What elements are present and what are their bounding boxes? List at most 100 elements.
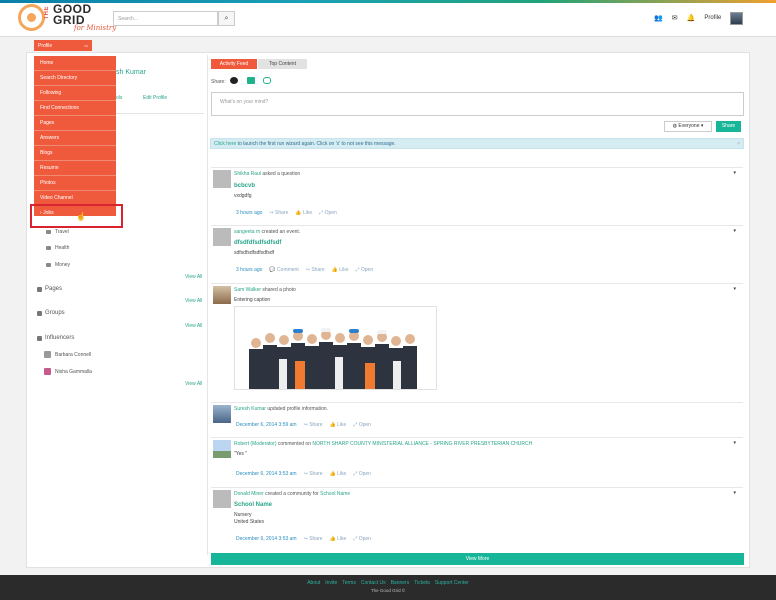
- envelope-icon[interactable]: ✉: [672, 14, 678, 22]
- post-title[interactable]: dfsdfdfsdfsdfsdf: [234, 240, 281, 246]
- like-action[interactable]: 👍 Like: [330, 471, 347, 477]
- footer-link-invite[interactable]: Invite: [325, 580, 337, 586]
- share-action[interactable]: ↪ Share: [304, 536, 323, 542]
- pages-heading[interactable]: Pages: [37, 286, 62, 292]
- share-action[interactable]: ↪ Share: [306, 267, 325, 273]
- edit-profile-link[interactable]: Edit Profile: [143, 95, 167, 101]
- groups-heading[interactable]: Groups: [37, 310, 65, 316]
- post-avatar[interactable]: [213, 286, 231, 304]
- post-header: sangeeta m created an event.: [234, 229, 301, 235]
- speech-bubble-icon[interactable]: [230, 77, 238, 84]
- open-action[interactable]: ⤢ Open: [319, 210, 337, 216]
- pages-icon: [37, 286, 42, 292]
- view-all-interests[interactable]: View All: [185, 274, 202, 280]
- menu-item-photos[interactable]: Photos: [34, 176, 116, 191]
- post-body: vxdgdfg: [234, 193, 252, 199]
- post-header: Sam Walker shared a photo: [234, 287, 296, 293]
- footer-link-contact[interactable]: Contact Us: [361, 580, 386, 586]
- status-input[interactable]: What's on your mind?: [211, 92, 744, 116]
- menu-item-following[interactable]: Following: [34, 86, 116, 101]
- influencer-item[interactable]: Nisha Gammalla: [44, 368, 92, 375]
- footer-links: About Invite Terms Contact Us Banners Ti…: [0, 575, 776, 586]
- tab-activity-feed[interactable]: Activity Feed: [211, 59, 257, 69]
- footer-link-tickets[interactable]: Tickets: [414, 580, 430, 586]
- influencers-heading[interactable]: Influencers: [37, 335, 74, 341]
- menu-item-find-connections[interactable]: Find Connections: [34, 101, 116, 116]
- share-action[interactable]: ↪ Share: [269, 210, 288, 216]
- post-menu-icon[interactable]: ▾: [733, 490, 736, 496]
- footer-link-banners[interactable]: Banners: [391, 580, 410, 586]
- post-avatar[interactable]: [213, 228, 231, 246]
- wizard-link[interactable]: Click here: [214, 141, 236, 147]
- like-action[interactable]: 👍 Like: [295, 210, 312, 216]
- menu-item-blogs[interactable]: Blogs: [34, 146, 116, 161]
- post-meta: December 6, 2014 3:59 am ↪ Share 👍 Like …: [236, 422, 371, 428]
- top-navbar: THE GOOD GRID for Ministry Search... ⌕ 👥…: [0, 0, 776, 37]
- profile-name[interactable]: sh Kumar: [116, 69, 146, 76]
- open-action[interactable]: ⤢ Open: [353, 422, 371, 428]
- share-action[interactable]: ↪ Share: [304, 422, 323, 428]
- post-menu-icon[interactable]: ▾: [733, 440, 736, 446]
- profile-link[interactable]: Profile: [704, 15, 721, 21]
- influencer-avatar: [44, 368, 51, 375]
- card-icon: ▭: [84, 43, 88, 48]
- menu-item-answers[interactable]: Answers: [34, 131, 116, 146]
- footer: About Invite Terms Contact Us Banners Ti…: [0, 575, 776, 600]
- post-title[interactable]: bcbcvb: [234, 183, 255, 189]
- post-avatar[interactable]: [213, 170, 231, 188]
- search-button[interactable]: ⌕: [218, 11, 235, 26]
- view-all-influencers[interactable]: View All: [185, 381, 202, 387]
- user-avatar[interactable]: [730, 11, 744, 25]
- profile-dropdown-toggle[interactable]: Profile ▭: [34, 40, 92, 51]
- comment-action[interactable]: 💬 Comment: [269, 267, 298, 273]
- interest-item[interactable]: Money: [46, 262, 70, 268]
- menu-item-pages[interactable]: Pages: [34, 116, 116, 131]
- share-action[interactable]: ↪ Share: [304, 471, 323, 477]
- photo-icon[interactable]: [247, 77, 255, 84]
- view-all-groups[interactable]: View All: [185, 323, 202, 329]
- post-menu-icon[interactable]: ▾: [733, 228, 736, 234]
- footer-link-about[interactable]: About: [307, 580, 320, 586]
- feed-post: Shikha Raul asked a question ▾ bcbcvb vx…: [211, 167, 743, 220]
- shared-photo[interactable]: [234, 306, 437, 390]
- menu-item-resume[interactable]: Resume: [34, 161, 116, 176]
- bell-icon[interactable]: 🔔: [687, 14, 696, 22]
- post-meta: December 6, 2014 3:53 am ↪ Share 👍 Like …: [236, 536, 371, 542]
- like-action[interactable]: 👍 Like: [332, 267, 349, 273]
- share-button[interactable]: Share: [716, 121, 741, 132]
- tab-top-content[interactable]: Top Content: [258, 59, 307, 69]
- footer-link-terms[interactable]: Terms: [342, 580, 356, 586]
- groups-icon: [37, 310, 42, 316]
- view-all-pages[interactable]: View All: [185, 298, 202, 304]
- user-icon: [37, 335, 42, 341]
- open-action[interactable]: ⤢ Open: [355, 267, 373, 273]
- post-meta: December 6, 2014 3:53 am ↪ Share 👍 Like …: [236, 471, 371, 477]
- influencer-item[interactable]: Barbara Connell: [44, 351, 91, 358]
- menu-item-search-directory[interactable]: Search Directory: [34, 71, 116, 86]
- logo-prefix: THE: [44, 6, 50, 20]
- post-avatar[interactable]: [213, 405, 231, 423]
- post-avatar[interactable]: [213, 440, 231, 458]
- like-action[interactable]: 👍 Like: [330, 422, 347, 428]
- post-title[interactable]: School Name: [234, 502, 272, 508]
- health-icon: [46, 246, 51, 250]
- post-menu-icon[interactable]: ▾: [733, 170, 736, 176]
- post-menu-icon[interactable]: ▾: [733, 286, 736, 292]
- logo-tagline: for Ministry: [74, 24, 117, 32]
- interest-item[interactable]: Health: [46, 245, 69, 251]
- view-more-button[interactable]: View More: [211, 553, 744, 565]
- close-icon[interactable]: ×: [737, 141, 740, 147]
- open-action[interactable]: ⤢ Open: [353, 536, 371, 542]
- interest-item[interactable]: Travel: [46, 229, 69, 235]
- link-icon[interactable]: [263, 77, 271, 84]
- post-avatar[interactable]: [213, 490, 231, 508]
- audience-select[interactable]: ◍ Everyone ▾: [664, 121, 712, 132]
- top-icons: 👥 ✉ 🔔 Profile: [654, 11, 744, 25]
- menu-item-home[interactable]: Home: [34, 56, 116, 71]
- search-input[interactable]: Search...: [113, 11, 218, 26]
- footer-link-support[interactable]: Support Center: [435, 580, 469, 586]
- like-action[interactable]: 👍 Like: [330, 536, 347, 542]
- profile-link-fragment[interactable]: ols: [116, 95, 122, 101]
- open-action[interactable]: ⤢ Open: [353, 471, 371, 477]
- users-icon[interactable]: 👥: [654, 14, 663, 22]
